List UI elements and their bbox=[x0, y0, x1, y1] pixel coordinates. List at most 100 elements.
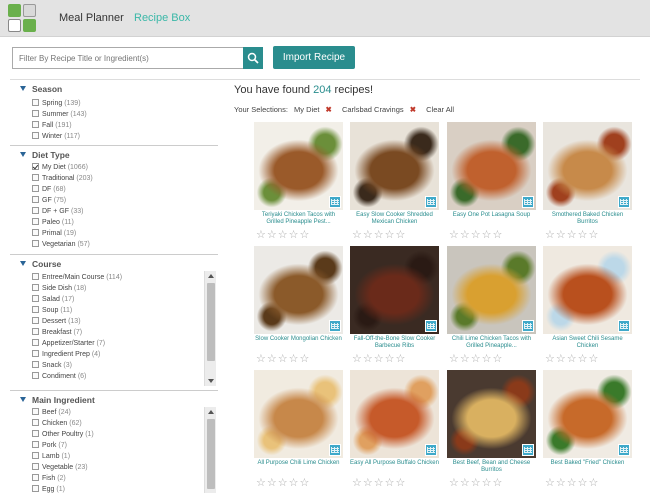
scroll-up-icon[interactable] bbox=[208, 410, 214, 414]
nav-recipe-box[interactable]: Recipe Box bbox=[134, 12, 190, 24]
checkbox[interactable] bbox=[32, 272, 39, 280]
import-recipe-button[interactable]: Import Recipe bbox=[273, 46, 355, 69]
filter-option[interactable]: Fall (191) bbox=[32, 120, 72, 131]
recipe-image[interactable] bbox=[543, 246, 632, 334]
filter-option[interactable]: Vegetarian (57) bbox=[32, 239, 90, 250]
scroll-thumb[interactable] bbox=[207, 283, 215, 361]
filter-option[interactable]: Chicken (62) bbox=[32, 418, 82, 429]
rating-stars-icon[interactable]: ☆☆☆☆☆ bbox=[352, 352, 441, 365]
remove-icon[interactable]: ✖ bbox=[410, 105, 416, 114]
checkbox[interactable] bbox=[32, 349, 39, 357]
recipe-image[interactable] bbox=[350, 370, 439, 458]
filter-option[interactable]: Side Dish (18) bbox=[32, 283, 86, 294]
recipe-title[interactable]: Easy All Purpose Buffalo Chicken bbox=[350, 460, 439, 467]
filter-option[interactable]: DF + GF (33) bbox=[32, 206, 83, 217]
nav-meal-planner[interactable]: Meal Planner bbox=[59, 12, 124, 24]
app-logo[interactable] bbox=[8, 4, 38, 34]
checkbox[interactable] bbox=[32, 184, 39, 192]
filter-option[interactable]: Soup (11) bbox=[32, 305, 72, 316]
recipe-title[interactable]: Fall-Off-the-Bone Slow Cooker Barbecue R… bbox=[350, 336, 439, 350]
add-to-calendar-icon[interactable] bbox=[522, 196, 534, 208]
checkbox[interactable] bbox=[32, 484, 39, 492]
add-to-calendar-icon[interactable] bbox=[329, 444, 341, 456]
recipe-title[interactable]: Smothered Baked Chicken Burritos bbox=[543, 212, 632, 226]
remove-icon[interactable]: ✖ bbox=[326, 105, 332, 114]
checkbox[interactable] bbox=[32, 206, 39, 214]
scroll-down-icon[interactable] bbox=[208, 379, 214, 383]
checkbox[interactable] bbox=[32, 98, 39, 106]
filter-option[interactable]: Dessert (13) bbox=[32, 316, 81, 327]
filter-option[interactable]: Appetizer/Starter (7) bbox=[32, 338, 105, 349]
checkbox[interactable] bbox=[32, 217, 39, 225]
checkbox[interactable] bbox=[32, 316, 39, 324]
rating-stars-icon[interactable]: ☆☆☆☆☆ bbox=[449, 476, 538, 489]
filter-option[interactable]: Primal (19) bbox=[32, 228, 76, 239]
checkbox[interactable] bbox=[32, 327, 39, 335]
checkbox[interactable] bbox=[32, 440, 39, 448]
filter-option[interactable]: Lamb (1) bbox=[32, 451, 70, 462]
add-to-calendar-icon[interactable] bbox=[522, 320, 534, 332]
filter-option[interactable]: Entree/Main Course (114) bbox=[32, 272, 122, 283]
recipe-image[interactable] bbox=[543, 122, 632, 210]
filter-option[interactable]: Pork (7) bbox=[32, 440, 67, 451]
recipe-image[interactable] bbox=[254, 246, 343, 334]
recipe-title[interactable]: All Purpose Chili Lime Chicken bbox=[254, 460, 343, 467]
filter-option[interactable]: GF (75) bbox=[32, 195, 66, 206]
recipe-image[interactable] bbox=[447, 122, 536, 210]
recipe-title[interactable]: Teriyaki Chicken Tacos with Grilled Pine… bbox=[254, 212, 343, 226]
add-to-calendar-icon[interactable] bbox=[329, 320, 341, 332]
recipe-title[interactable]: Easy One Pot Lasagna Soup bbox=[447, 212, 536, 219]
checkbox[interactable] bbox=[32, 173, 39, 181]
checkbox[interactable] bbox=[32, 305, 39, 313]
add-to-calendar-icon[interactable] bbox=[425, 444, 437, 456]
recipe-image[interactable] bbox=[447, 370, 536, 458]
rating-stars-icon[interactable]: ☆☆☆☆☆ bbox=[545, 476, 634, 489]
recipe-image[interactable] bbox=[350, 246, 439, 334]
recipe-image[interactable] bbox=[254, 122, 343, 210]
rating-stars-icon[interactable]: ☆☆☆☆☆ bbox=[449, 352, 538, 365]
checkbox[interactable] bbox=[32, 294, 39, 302]
search-button[interactable] bbox=[243, 47, 263, 69]
filter-option[interactable]: DF (68) bbox=[32, 184, 66, 195]
checkbox[interactable] bbox=[32, 228, 39, 236]
rating-stars-icon[interactable]: ☆☆☆☆☆ bbox=[256, 476, 345, 489]
checkbox[interactable] bbox=[32, 338, 39, 346]
rating-stars-icon[interactable]: ☆☆☆☆☆ bbox=[545, 228, 634, 241]
checkbox[interactable] bbox=[32, 120, 39, 128]
checkbox[interactable] bbox=[32, 195, 39, 203]
recipe-title[interactable]: Easy Slow Cooker Shredded Mexican Chicke… bbox=[350, 212, 439, 226]
checkbox[interactable] bbox=[32, 473, 39, 481]
filter-option[interactable]: Fish (2) bbox=[32, 473, 66, 484]
rating-stars-icon[interactable]: ☆☆☆☆☆ bbox=[256, 352, 345, 365]
filter-option[interactable]: Beef (24) bbox=[32, 407, 71, 418]
recipe-title[interactable]: Slow Cooker Mongolian Chicken bbox=[254, 336, 343, 343]
recipe-image[interactable] bbox=[543, 370, 632, 458]
rating-stars-icon[interactable]: ☆☆☆☆☆ bbox=[449, 228, 538, 241]
add-to-calendar-icon[interactable] bbox=[618, 320, 630, 332]
recipe-image[interactable] bbox=[447, 246, 536, 334]
filter-option[interactable]: Traditional (203) bbox=[32, 173, 93, 184]
add-to-calendar-icon[interactable] bbox=[618, 196, 630, 208]
filter-option[interactable]: Breakfast (7) bbox=[32, 327, 82, 338]
add-to-calendar-icon[interactable] bbox=[618, 444, 630, 456]
filter-option[interactable]: Salad (17) bbox=[32, 294, 74, 305]
course-scrollbar[interactable] bbox=[204, 271, 216, 386]
filter-option[interactable]: Vegetable (23) bbox=[32, 462, 88, 473]
checkbox[interactable] bbox=[32, 429, 39, 437]
recipe-title[interactable]: Best Baked "Fried" Chicken bbox=[543, 460, 632, 467]
checkbox-checked[interactable] bbox=[32, 162, 39, 170]
recipe-title[interactable]: Chili Lime Chicken Tacos with Grilled Pi… bbox=[447, 336, 536, 350]
checkbox[interactable] bbox=[32, 360, 39, 368]
filter-option[interactable]: Condiment (6) bbox=[32, 371, 86, 382]
add-to-calendar-icon[interactable] bbox=[425, 320, 437, 332]
checkbox[interactable] bbox=[32, 371, 39, 379]
filter-option[interactable]: My Diet (1066) bbox=[32, 162, 88, 173]
filter-option[interactable]: Other Poultry (1) bbox=[32, 429, 94, 440]
checkbox[interactable] bbox=[32, 451, 39, 459]
checkbox[interactable] bbox=[32, 462, 39, 470]
filter-option[interactable]: Paleo (11) bbox=[32, 217, 74, 228]
add-to-calendar-icon[interactable] bbox=[425, 196, 437, 208]
rating-stars-icon[interactable]: ☆☆☆☆☆ bbox=[352, 228, 441, 241]
add-to-calendar-icon[interactable] bbox=[329, 196, 341, 208]
rating-stars-icon[interactable]: ☆☆☆☆☆ bbox=[256, 228, 345, 241]
